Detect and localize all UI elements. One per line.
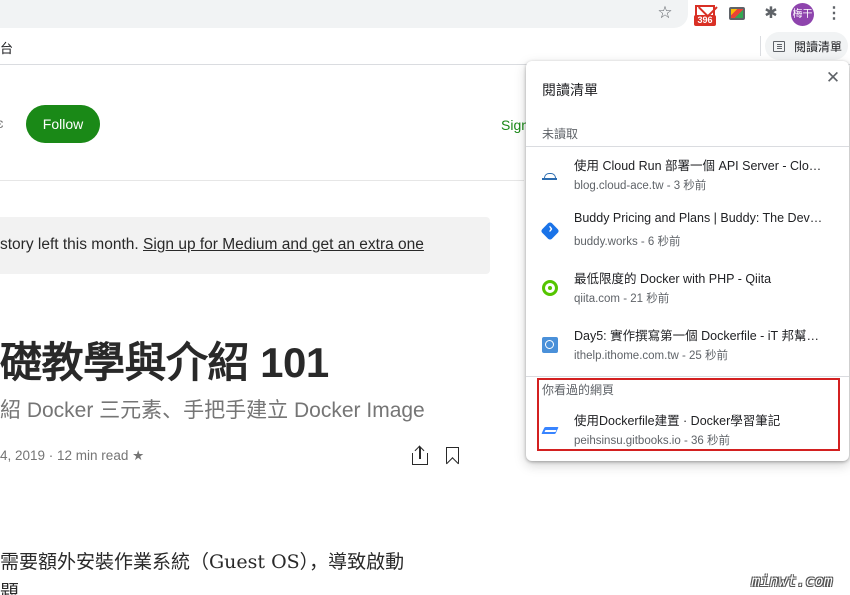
sign-in-link[interactable]: Sign xyxy=(501,117,529,133)
buddy-icon xyxy=(540,221,560,241)
ithome-icon xyxy=(542,337,558,353)
cloud-ace-icon xyxy=(542,167,558,183)
close-icon[interactable]: ✕ xyxy=(824,69,842,87)
profile-avatar[interactable]: 梅干 xyxy=(791,3,814,26)
annotation-highlight-box xyxy=(537,378,840,451)
chrome-menu-icon[interactable]: ⋮ xyxy=(826,4,842,24)
unread-count-badge: 396 xyxy=(694,15,716,26)
screen-icon xyxy=(729,7,745,20)
article-meta: 4, 2019 · 12 min read ★ xyxy=(0,448,145,463)
body-line: 需要額外安裝作業系統（Guest OS），導致啟動 xyxy=(0,551,405,573)
follow-button[interactable]: Follow xyxy=(26,105,100,143)
bookmark-item-fragment[interactable]: 台 xyxy=(0,38,13,57)
item-title: 使用 Cloud Run 部署一個 API Server - Clo… xyxy=(574,159,822,173)
reading-list-item[interactable]: 使用 Cloud Run 部署一個 API Server - Clo… blog… xyxy=(526,147,849,203)
reading-list-item[interactable]: Day5: 實作撰寫第一個 Dockerfile - iT 邦幫… ithelp… xyxy=(526,317,849,373)
item-title: 最低限度的 Docker with PHP - Qiita xyxy=(574,272,772,286)
header-divider xyxy=(0,180,524,181)
article-body: 需要額外安裝作業系統（Guest OS），導致啟動 題 xyxy=(0,547,460,595)
reading-list-button[interactable]: 閱讀清單 xyxy=(765,32,848,60)
browser-window: ☆ 396 ✱ 梅干 ⋮ 台 閱讀清單 ɛ Follow Sign story … xyxy=(0,0,850,595)
unread-section-header: 未讀取 xyxy=(542,127,579,141)
item-subtitle: buddy.works - 6 秒前 xyxy=(574,236,681,248)
section-divider xyxy=(526,376,849,377)
extension-screen-icon[interactable] xyxy=(727,3,749,25)
qiita-icon xyxy=(542,280,558,296)
address-bar[interactable] xyxy=(0,0,688,28)
article-subtitle: 紹 Docker 三元素、手把手建立 Docker Image xyxy=(0,399,425,422)
article-title: 礎教學與介紹 101 xyxy=(0,339,329,386)
bookmarks-divider xyxy=(760,36,761,56)
item-subtitle: ithelp.ithome.com.tw - 25 秒前 xyxy=(574,350,729,362)
signup-link[interactable]: Sign up for Medium and get an extra one xyxy=(143,236,424,253)
item-subtitle: blog.cloud-ace.tw - 3 秒前 xyxy=(574,180,707,192)
member-limit-banner: story left this month. Sign up for Mediu… xyxy=(0,217,490,274)
bookmarks-bar: 台 閱讀清單 xyxy=(0,28,850,65)
chrome-toolbar: ☆ 396 ✱ 梅干 ⋮ xyxy=(0,0,850,28)
item-subtitle: qiita.com - 21 秒前 xyxy=(574,293,670,305)
gmail-extension-icon[interactable]: 396 xyxy=(694,3,716,26)
bookmark-star-icon[interactable]: ☆ xyxy=(656,4,674,22)
item-title: Buddy Pricing and Plans | Buddy: The Dev… xyxy=(574,211,823,225)
reading-list-item[interactable]: Buddy Pricing and Plans | Buddy: The Dev… xyxy=(526,203,849,259)
author-name-fragment: ɛ xyxy=(0,115,4,131)
item-title: Day5: 實作撰寫第一個 Dockerfile - iT 邦幫… xyxy=(574,329,819,343)
reading-list-item[interactable]: 最低限度的 Docker with PHP - Qiita qiita.com … xyxy=(526,260,849,316)
reading-list-label: 閱讀清單 xyxy=(794,39,843,54)
share-icon[interactable] xyxy=(411,445,429,466)
banner-text: story left this month. xyxy=(0,236,143,253)
save-bookmark-icon[interactable] xyxy=(446,447,459,464)
extensions-puzzle-icon[interactable]: ✱ xyxy=(760,3,782,25)
body-line: 題 xyxy=(0,581,20,595)
panel-title: 閱讀清單 xyxy=(542,82,598,98)
reading-list-icon xyxy=(773,40,785,52)
watermark: minwt.com xyxy=(751,572,833,590)
